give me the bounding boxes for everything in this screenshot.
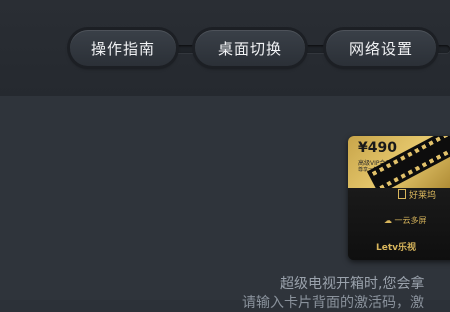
film-icon xyxy=(398,189,406,199)
vip-card-feature-hollywood: 好莱坞 xyxy=(398,188,436,201)
vip-card-logo: Letv乐视 xyxy=(376,243,417,253)
caption-line-2: 请输入卡片背面的激活码，激 xyxy=(242,295,424,311)
vip-card-feature-multiscreen: ☁ 一云多屏 xyxy=(384,216,427,225)
nav-button-guide-label: 操作指南 xyxy=(90,39,155,58)
nav-button-desktop-switch[interactable]: 桌面切换 xyxy=(195,30,305,66)
nav-button-desktop-switch-label: 桌面切换 xyxy=(217,39,282,58)
nav-button-network-settings[interactable]: 网络设置 xyxy=(326,30,436,66)
nav-button-network-settings-label: 网络设置 xyxy=(348,39,413,58)
vip-card-price: ¥490 xyxy=(358,140,397,156)
caption-line-1: 超级电视开箱时,您会拿 xyxy=(280,276,425,292)
cloud-icon: ☁ xyxy=(384,216,392,225)
nav-button-guide[interactable]: 操作指南 xyxy=(70,30,176,66)
